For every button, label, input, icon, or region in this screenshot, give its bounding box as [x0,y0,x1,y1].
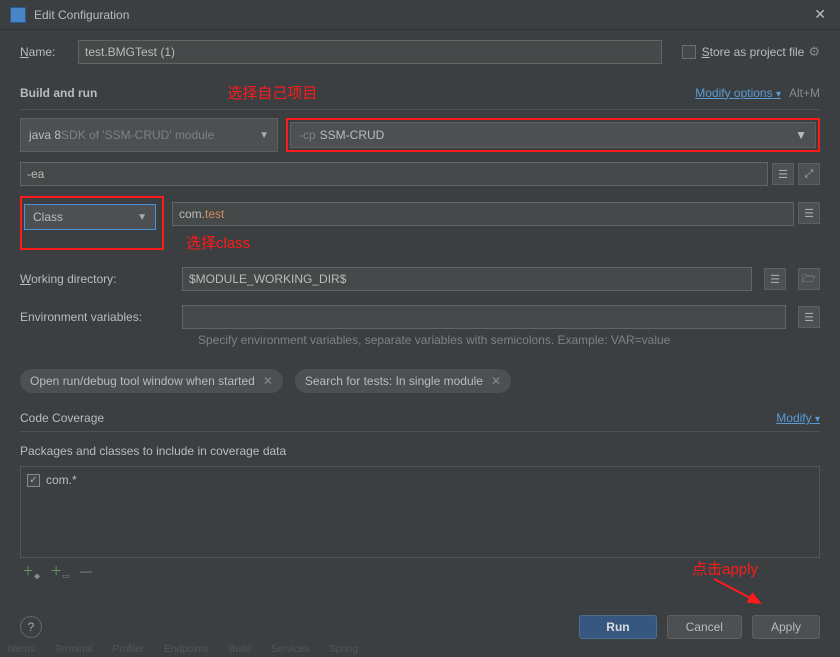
working-dir-input[interactable] [182,267,752,291]
apply-button[interactable]: Apply [752,615,820,639]
tab-profiler[interactable]: Profiler [112,644,144,655]
env-vars-row: Environment variables: ☰ [20,305,820,329]
cancel-button[interactable]: Cancel [667,615,742,639]
env-vars-help: Specify environment variables, separate … [198,333,820,347]
classpath-dropdown[interactable]: -cpSSM-CRUD ▼ [290,122,816,148]
checkbox-checked-icon[interactable]: ✓ [27,474,40,487]
titlebar: Edit Configuration ✕ [0,0,840,30]
dialog-footer: ? Run Cancel Apply [0,615,840,639]
tab-spring[interactable]: Spring [329,644,358,655]
class-input[interactable]: com.test [172,202,794,226]
name-label: Name: [20,45,78,59]
arrow-icon [710,575,770,609]
tab-problems[interactable]: blems [8,644,35,655]
annotation-select-class: 选择class [186,232,820,253]
store-as-project-file[interactable]: Store as project file [682,45,805,59]
working-dir-row: Working directory: ☰ 🗁 [20,267,820,291]
list-item[interactable]: ✓ com.* [27,473,813,487]
add-package-icon[interactable]: ＋▭ [50,562,70,580]
close-icon[interactable]: ✕ [491,374,501,388]
option-pills: Open run/debug tool window when started … [20,369,820,393]
ide-bottom-tabs: blems Terminal Profiler Endpoints Build … [0,641,840,657]
tab-build[interactable]: Build [229,644,251,655]
help-icon[interactable]: ? [20,616,42,638]
add-class-icon[interactable]: ＋◆ [22,562,40,580]
working-dir-label: Working directory: [20,272,170,286]
close-icon[interactable]: ✕ [810,6,830,23]
app-icon [10,7,26,23]
gear-icon[interactable]: ⚙ [808,44,820,60]
window-title: Edit Configuration [34,8,810,22]
coverage-list[interactable]: ✓ com.* [20,466,820,558]
list-icon[interactable]: ☰ [764,268,786,290]
code-coverage-title: Code Coverage [20,411,104,425]
pill-open-tool-window[interactable]: Open run/debug tool window when started … [20,369,283,393]
sdk-dropdown[interactable]: java 8 SDK of 'SSM-CRUD' module ▼ [20,118,278,152]
annotation-box-class: Class ▼ [20,196,164,250]
shortcut-label: Alt+M [789,86,820,100]
build-run-title: Build and run [20,86,97,100]
close-icon[interactable]: ✕ [263,374,273,388]
tab-terminal[interactable]: Terminal [55,644,93,655]
run-button[interactable]: Run [579,615,656,639]
remove-icon[interactable]: — [80,564,92,578]
modify-coverage-link[interactable]: Modify ▾ [776,411,820,425]
tab-endpoints[interactable]: Endpoints [164,644,208,655]
build-run-header: Build and run 选择自己项目 Modify options ▾ Al… [20,82,820,110]
modify-options-link[interactable]: Modify options ▾ [695,86,781,100]
tab-services[interactable]: Services [271,644,309,655]
sdk-cp-row: java 8 SDK of 'SSM-CRUD' module ▼ -cpSSM… [20,118,820,152]
vm-options-row: ☰ ⤢ [20,162,820,186]
class-kind-dropdown[interactable]: Class ▼ [24,204,156,230]
name-input[interactable] [78,40,662,64]
chevron-down-icon: ▼ [795,128,807,142]
main-panel: Name: Store as project file ⚙ Build and … [0,30,840,584]
chevron-down-icon: ▼ [259,130,269,141]
vm-options-input[interactable] [20,162,768,186]
chevron-down-icon: ▼ [137,212,147,223]
code-coverage-header: Code Coverage Modify ▾ [20,405,820,432]
list-icon[interactable]: ☰ [772,163,794,185]
folder-icon[interactable]: 🗁 [798,268,820,290]
expand-icon[interactable]: ⤢ [798,163,820,185]
annotation-box-cp: -cpSSM-CRUD ▼ [286,118,820,152]
name-row: Name: Store as project file ⚙ [20,40,820,64]
checkbox-icon[interactable] [682,45,696,59]
env-vars-label: Environment variables: [20,310,170,324]
list-icon[interactable]: ☰ [798,202,820,224]
env-vars-input[interactable] [182,305,786,329]
pill-search-tests[interactable]: Search for tests: In single module ✕ [295,369,511,393]
annotation-select-project: 选择自己项目 [227,82,317,103]
list-icon[interactable]: ☰ [798,306,820,328]
coverage-packages-label: Packages and classes to include in cover… [20,444,820,458]
